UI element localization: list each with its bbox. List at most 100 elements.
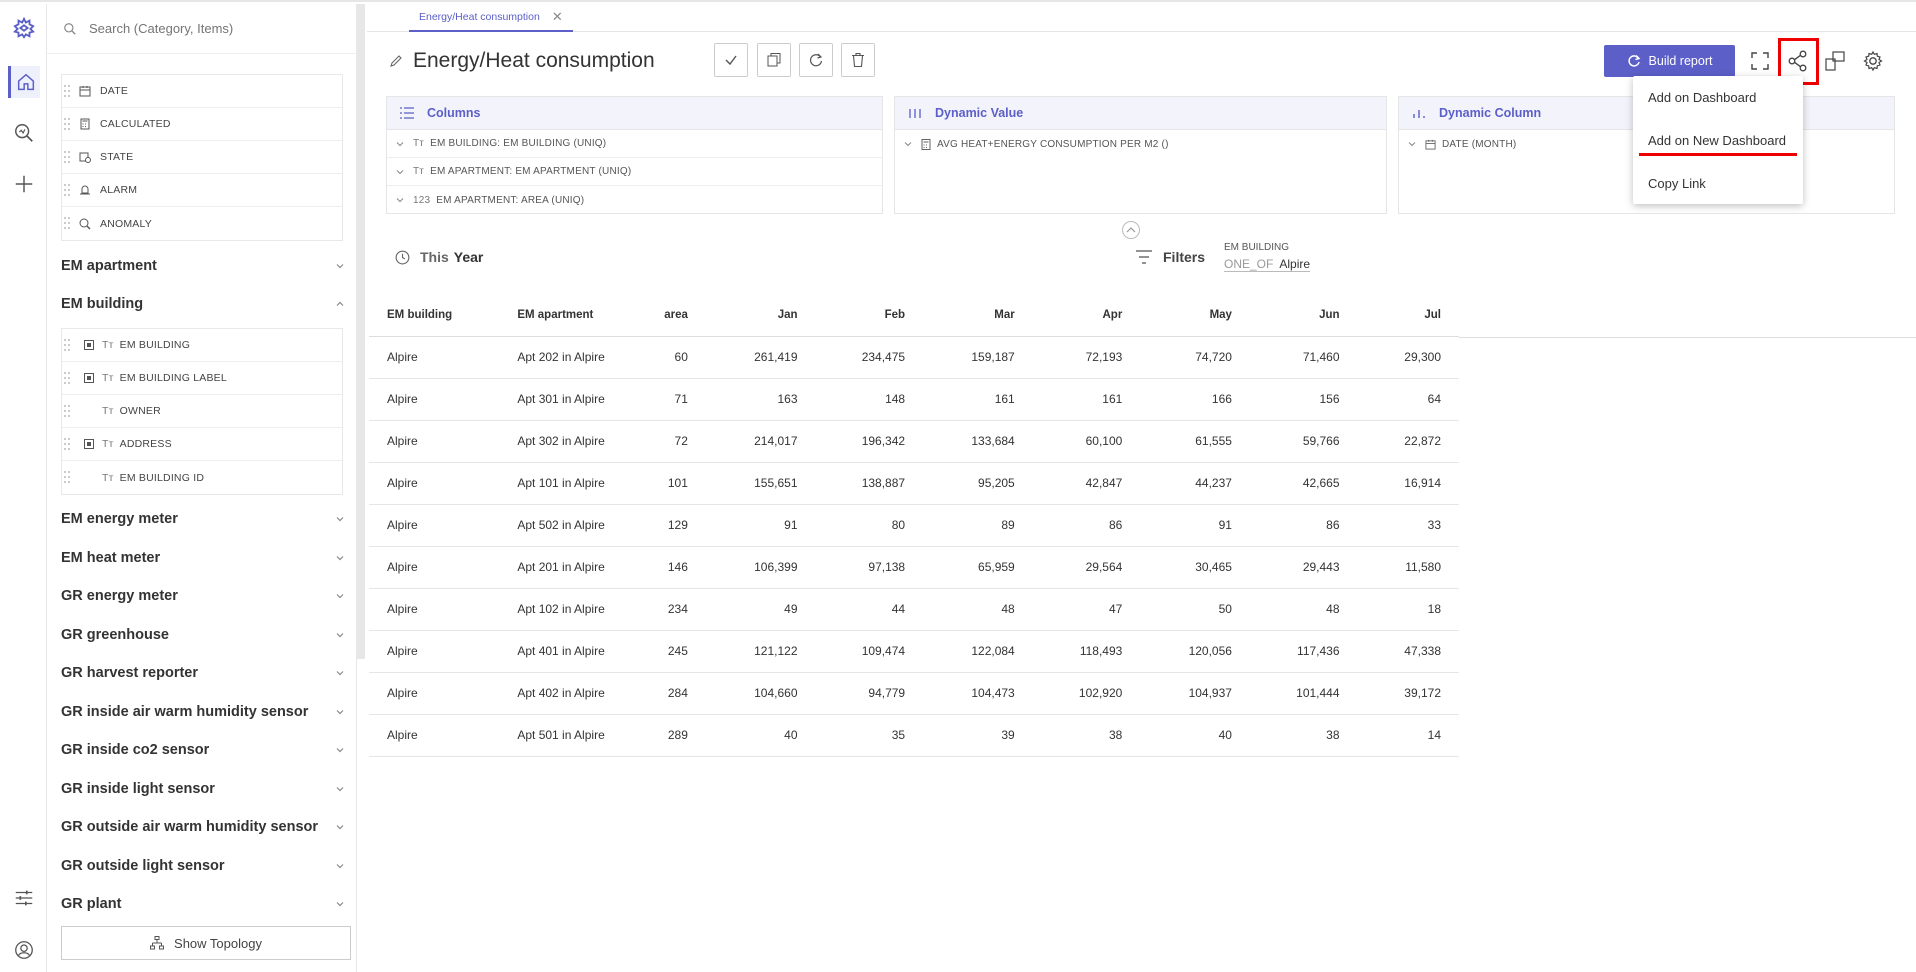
column-header[interactable]: EM apartment [499, 294, 645, 337]
drag-handle-icon[interactable] [64, 372, 72, 386]
column-header[interactable]: Apr [1032, 294, 1141, 337]
column-header[interactable]: Jan [705, 294, 816, 337]
group-gr-outside-air-sensor[interactable]: GR outside air warm humidity sensor [61, 815, 345, 839]
table-row[interactable]: Alpire Apt 102 in Alpire 234 49 44 48 47 50 48 18 [369, 588, 1459, 631]
table-row[interactable]: Alpire Apt 502 in Alpire 129 91 80 89 86 91 86 33 [369, 504, 1459, 547]
edit-pencil-icon[interactable] [389, 54, 403, 68]
drag-handle-icon[interactable] [64, 184, 72, 198]
table-cell: 196,342 [815, 420, 924, 463]
table-cell: Alpire [369, 546, 500, 589]
table-row[interactable]: Alpire Apt 201 in Alpire 146 106,399 97,138 6… [369, 546, 1459, 589]
column-header[interactable]: area [644, 294, 706, 337]
column-item[interactable]: Tт EM BUILDING: EM BUILDING (UNIQ) [387, 130, 882, 158]
field-calculated[interactable]: CALCULATED [62, 108, 342, 141]
column-header[interactable]: Feb [815, 294, 924, 337]
dynamic-column-label: DATE (MONTH) [1442, 138, 1517, 150]
table-row[interactable]: Alpire Apt 301 in Alpire 71 163 148 161 161 166… [369, 378, 1459, 421]
duplicate-button[interactable] [757, 43, 791, 77]
highlight-underline [1639, 153, 1797, 156]
group-gr-inside-air-sensor[interactable]: GR inside air warm humidity sensor [61, 700, 345, 724]
chevron-down-icon[interactable] [395, 167, 405, 177]
table-row[interactable]: Alpire Apt 401 in Alpire 245 121,122 109,474… [369, 630, 1459, 673]
group-em-energy-meter[interactable]: EM energy meter [61, 507, 345, 531]
column-item[interactable]: 123 EM APARTMENT: AREA (UNIQ) [387, 186, 882, 214]
column-header[interactable]: Jun [1249, 294, 1358, 337]
confirm-button[interactable] [714, 43, 748, 77]
show-topology-button[interactable]: Show Topology [61, 926, 351, 960]
chevron-down-icon[interactable] [395, 139, 405, 149]
chevron-down-icon[interactable] [903, 139, 913, 149]
field-alarm[interactable]: ALARM [62, 174, 342, 207]
filter-chip[interactable]: EM BUILDING ONE_OF Alpire [1224, 242, 1311, 272]
group-gr-greenhouse[interactable]: GR greenhouse [61, 623, 345, 647]
table-row[interactable]: Alpire Apt 501 in Alpire 289 40 35 39 38 40 38 14 [369, 714, 1459, 757]
settings-sliders-icon[interactable] [8, 882, 40, 914]
reset-button[interactable] [799, 43, 833, 77]
drag-handle-icon[interactable] [64, 438, 72, 452]
table-row[interactable]: Alpire Apt 302 in Alpire 72 214,017 196,342 1… [369, 420, 1459, 463]
group-em-heat-meter[interactable]: EM heat meter [61, 546, 345, 570]
logo-icon[interactable] [8, 12, 40, 44]
add-icon[interactable] [8, 168, 40, 200]
field-em-building[interactable]: Tт EM BUILDING [62, 329, 342, 362]
explore-icon[interactable] [8, 117, 40, 149]
collapse-up-icon[interactable] [1121, 220, 1141, 240]
table-cell: Apt 502 in Alpire [499, 504, 645, 547]
field-em-building-id[interactable]: Tт EM BUILDING ID [62, 461, 342, 494]
search-input[interactable] [89, 21, 329, 36]
menu-item-add-on-dashboard[interactable]: Add on Dashboard [1633, 76, 1803, 119]
dashboard-icon[interactable] [1823, 49, 1847, 73]
gear-icon[interactable] [1861, 49, 1885, 73]
close-tab-icon[interactable]: ✕ [552, 9, 563, 25]
field-em-building-label[interactable]: Tт EM BUILDING LABEL [62, 362, 342, 395]
table-cell: Apt 501 in Alpire [499, 714, 645, 757]
column-header[interactable]: Mar [923, 294, 1033, 337]
fullscreen-icon[interactable] [1748, 49, 1772, 73]
group-gr-outside-light-sensor[interactable]: GR outside light sensor [61, 854, 345, 878]
column-header[interactable]: May [1140, 294, 1250, 337]
field-address[interactable]: Tт ADDRESS [62, 428, 342, 461]
table-cell: 101 [644, 462, 706, 505]
table-row[interactable]: Alpire Apt 202 in Alpire 60 261,419 234,475 1… [369, 336, 1459, 379]
share-icon[interactable] [1786, 49, 1810, 73]
user-profile-icon[interactable] [8, 934, 40, 966]
group-gr-plant[interactable]: GR plant [61, 892, 345, 916]
field-anomaly[interactable]: ANOMALY [62, 207, 342, 240]
field-owner[interactable]: Tт OWNER [62, 395, 342, 428]
table-row[interactable]: Alpire Apt 101 in Alpire 101 155,651 138,887… [369, 462, 1459, 505]
drag-handle-icon[interactable] [64, 118, 72, 132]
group-gr-harvest-reporter[interactable]: GR harvest reporter [61, 661, 345, 685]
drag-handle-icon[interactable] [64, 471, 72, 485]
column-header[interactable]: Jul [1357, 294, 1459, 337]
group-gr-energy-meter[interactable]: GR energy meter [61, 584, 345, 608]
column-item[interactable]: Tт EM APARTMENT: EM APARTMENT (UNIQ) [387, 158, 882, 186]
field-date[interactable]: DATE [62, 75, 342, 108]
chevron-down-icon[interactable] [1407, 139, 1417, 149]
menu-item-copy-link[interactable]: Copy Link [1633, 162, 1803, 205]
table-cell: 29,564 [1032, 546, 1141, 589]
filters-toggle[interactable]: Filters [1135, 249, 1205, 265]
group-em-building[interactable]: EM building [61, 292, 345, 316]
chevron-down-icon[interactable] [395, 195, 405, 205]
group-gr-inside-co2-sensor[interactable]: GR inside co2 sensor [61, 738, 345, 762]
drag-handle-icon[interactable] [64, 339, 72, 353]
value-item[interactable]: AVG HEAT+ENERGY CONSUMPTION PER M2 () [895, 130, 1386, 158]
group-gr-inside-light-sensor[interactable]: GR inside light sensor [61, 777, 345, 801]
drag-handle-icon[interactable] [64, 217, 72, 231]
sidebar-scrollbar[interactable] [357, 4, 365, 659]
drag-handle-icon[interactable] [64, 151, 72, 165]
value-label: AVG HEAT+ENERGY CONSUMPTION PER M2 () [937, 138, 1169, 150]
home-icon[interactable] [8, 66, 40, 98]
tab-energy-heat[interactable]: Energy/Heat consumption ✕ [409, 4, 573, 32]
group-em-apartment[interactable]: EM apartment [61, 254, 345, 278]
copy-icon [767, 53, 781, 67]
period-selector[interactable]: This Year [395, 249, 483, 265]
drag-handle-icon[interactable] [64, 405, 72, 419]
table-row[interactable]: Alpire Apt 402 in Alpire 284 104,660 94,779 1… [369, 672, 1459, 715]
column-header[interactable]: EM building [369, 294, 500, 337]
table-cell: 234,475 [815, 336, 924, 379]
drag-handle-icon[interactable] [64, 85, 72, 99]
build-report-button[interactable]: Build report [1604, 45, 1735, 77]
delete-button[interactable] [841, 43, 875, 77]
field-state[interactable]: STATE [62, 141, 342, 174]
